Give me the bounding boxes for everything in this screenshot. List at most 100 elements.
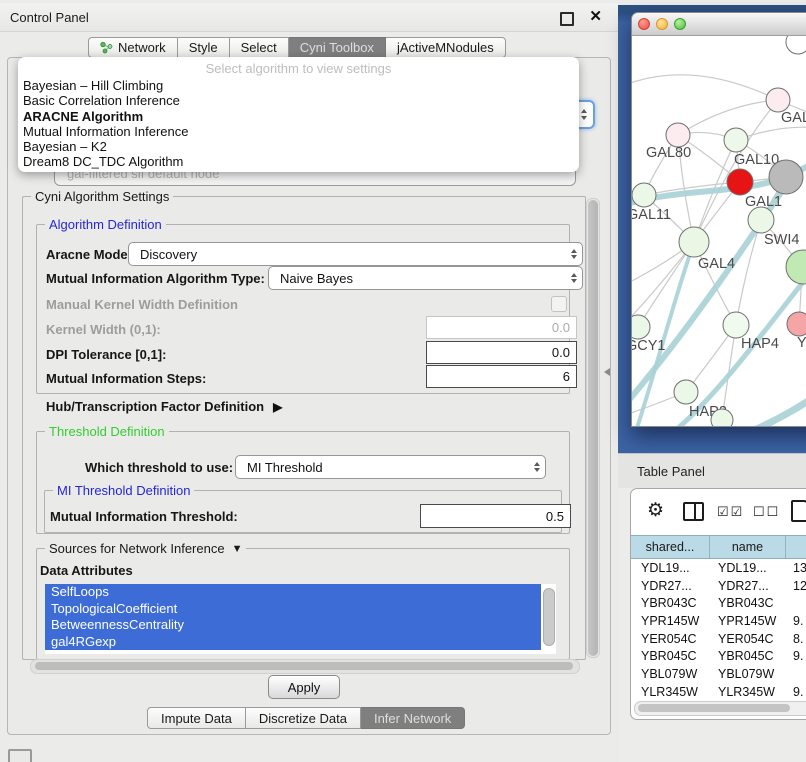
algorithm-option[interactable]: ARACNE Algorithm	[18, 109, 579, 124]
mi-threshold-label: Mutual Information Threshold:	[50, 509, 238, 525]
table-row[interactable]: YDR27...YDR27...12	[631, 577, 806, 595]
algorithm-dropdown-popup: Select algorithm to view settings Bayesi…	[18, 57, 579, 172]
column-layout-icon[interactable]	[683, 502, 704, 521]
table-horizontal-scrollbar[interactable]	[634, 701, 806, 716]
table-cell: YER054C	[710, 630, 786, 648]
algorithm-option[interactable]: Bayesian – K2	[18, 139, 579, 154]
zoom-window-icon[interactable]	[674, 18, 686, 30]
node-label-HAP4: HAP4	[741, 336, 779, 352]
gear-icon[interactable]: ⚙	[647, 499, 664, 522]
table-cell: 8.	[786, 630, 806, 648]
network-node-HAP4[interactable]	[723, 312, 749, 338]
table-row[interactable]: YDL19...YDL19...13	[631, 559, 806, 577]
settings-horizontal-scrollbar[interactable]	[30, 659, 580, 674]
document-icon[interactable]	[791, 500, 806, 522]
tab-infer-network[interactable]: Infer Network	[361, 707, 465, 729]
network-graph[interactable]: GALGAL80GAL10GAL1GAL11SWI4GAL4HAP4YGCY1H…	[632, 36, 806, 426]
algorithm-option[interactable]: Dream8 DC_TDC Algorithm	[18, 154, 579, 169]
table-row[interactable]: YBL079WYBL079W	[631, 665, 806, 683]
kernel-width-field[interactable]: 0.0	[426, 316, 577, 339]
table-row[interactable]: YBR045CYBR045C9.	[631, 647, 806, 665]
network-node-node-partial-bottom[interactable]	[711, 409, 733, 426]
attribute-item[interactable]: BetweennessCentrality	[45, 617, 541, 634]
node-label-GAL80: GAL80	[646, 145, 691, 161]
table-cell: YLR345W	[710, 683, 786, 701]
mi-steps-field[interactable]: 6	[426, 365, 577, 388]
node-label-GAL11: GAL11	[632, 207, 671, 223]
tab-discretize-data[interactable]: Discretize Data	[246, 707, 361, 729]
network-node-GAL[interactable]	[766, 88, 790, 112]
algorithm-option[interactable]: Basic Correlation Inference	[18, 93, 579, 108]
tab-style[interactable]: Style	[178, 37, 230, 58]
network-node-Y-partial[interactable]	[787, 312, 806, 336]
splitter-collapse-icon[interactable]	[604, 368, 610, 376]
kernel-width-label: Kernel Width (0,1):	[46, 322, 161, 338]
network-window-titlebar[interactable]	[632, 13, 806, 36]
network-window[interactable]: GALGAL80GAL10GAL1GAL11SWI4GAL4HAP4YGCY1H…	[631, 12, 806, 427]
aracne-mode-combobox[interactable]: Discovery	[128, 242, 583, 266]
tab-select[interactable]: Select	[230, 37, 289, 58]
table-toolbar: ⚙ ☑☑ ☐☐	[631, 489, 806, 535]
apply-button[interactable]: Apply	[268, 675, 340, 699]
close-window-icon[interactable]	[638, 18, 650, 30]
network-node-GAL10[interactable]	[724, 128, 748, 152]
network-node-GAL4[interactable]	[679, 227, 709, 257]
algorithm-option[interactable]: Mutual Information Inference	[18, 124, 579, 139]
collapse-down-icon: ▼	[232, 543, 243, 555]
deselect-all-checkboxes-icon[interactable]: ☐☐	[753, 504, 780, 520]
tab-jactivemnodules[interactable]: jActiveMNodules	[386, 37, 506, 58]
table-cell: YPR145W	[631, 612, 710, 630]
mi-threshold-field[interactable]: 0.5	[420, 504, 571, 528]
threshold-definition-title: Threshold Definition	[45, 424, 169, 439]
minimize-window-icon[interactable]	[656, 18, 668, 30]
table-cell: YDR27...	[631, 577, 710, 595]
algorithm-placeholder: Select algorithm to view settings	[18, 61, 579, 78]
column-header[interactable]	[786, 536, 806, 558]
attribute-item[interactable]: TopologicalCoefficient	[45, 601, 541, 618]
sources-title-row[interactable]: Sources for Network Inference ▼	[45, 541, 246, 556]
mi-algorithm-type-combobox[interactable]: Naive Bayes	[268, 266, 583, 290]
network-node-GCY1[interactable]	[632, 315, 650, 339]
network-node-GAL80[interactable]	[666, 123, 690, 147]
control-panel-titlebar: Control Panel ✕	[0, 3, 618, 32]
network-canvas[interactable]: GALGAL80GAL10GAL1GAL11SWI4GAL4HAP4YGCY1H…	[632, 36, 806, 426]
network-node-node-big-green[interactable]	[786, 250, 806, 284]
column-header[interactable]: name	[710, 536, 786, 558]
close-panel-icon[interactable]: ✕	[589, 7, 602, 25]
tab-label: Select	[241, 40, 277, 55]
hub-definition-expander[interactable]: Hub/Transcription Factor Definition ▶	[46, 399, 282, 414]
aracne-mode-label: Aracne Mode:	[46, 247, 132, 263]
float-panel-icon[interactable]	[560, 12, 574, 26]
tab-label: Style	[189, 40, 218, 55]
manual-kernel-width-checkbox[interactable]	[551, 296, 567, 312]
mi-steps-label: Mutual Information Steps:	[46, 371, 206, 387]
network-node-node-partial-top[interactable]	[786, 36, 806, 54]
table-row[interactable]: YPR145WYPR145W9.	[631, 612, 806, 630]
dpi-tolerance-field[interactable]: 0.0	[426, 341, 577, 364]
data-attributes-label: Data Attributes	[40, 563, 133, 579]
table-cell: YDL19...	[710, 559, 786, 577]
attribute-list-scrollbar[interactable]	[543, 588, 555, 646]
settings-vertical-scrollbar[interactable]	[586, 198, 600, 658]
network-node-HAP2[interactable]	[674, 380, 698, 404]
algorithm-option[interactable]: Bayesian – Hill Climbing	[18, 78, 579, 93]
table-cell: YBR043C	[710, 594, 786, 612]
select-all-checkboxes-icon[interactable]: ☑☑	[717, 504, 744, 520]
network-node-GAL1[interactable]	[727, 169, 753, 195]
tab-network[interactable]: Network	[88, 37, 178, 58]
network-node-node-gray[interactable]	[769, 160, 803, 194]
attribute-item[interactable]: SelfLoops	[45, 584, 541, 601]
table-row[interactable]: YLR345WYLR345W9.	[631, 683, 806, 701]
data-attributes-list[interactable]: SelfLoopsTopologicalCoefficientBetweenne…	[45, 584, 556, 654]
network-node-SWI4[interactable]	[748, 207, 774, 233]
column-header[interactable]: shared...	[631, 536, 710, 558]
tab-impute-data[interactable]: Impute Data	[147, 707, 246, 729]
which-threshold-combobox[interactable]: MI Threshold	[235, 455, 546, 479]
network-edge	[632, 242, 694, 326]
tab-cyni-toolbox[interactable]: Cyni Toolbox	[289, 37, 386, 58]
table-row[interactable]: YBR043CYBR043C	[631, 594, 806, 612]
attribute-item[interactable]: gal4RGexp	[45, 634, 541, 651]
minimized-panel-icon[interactable]	[8, 749, 32, 762]
network-node-GAL11[interactable]	[632, 183, 656, 207]
table-row[interactable]: YER054CYER054C8.	[631, 630, 806, 648]
